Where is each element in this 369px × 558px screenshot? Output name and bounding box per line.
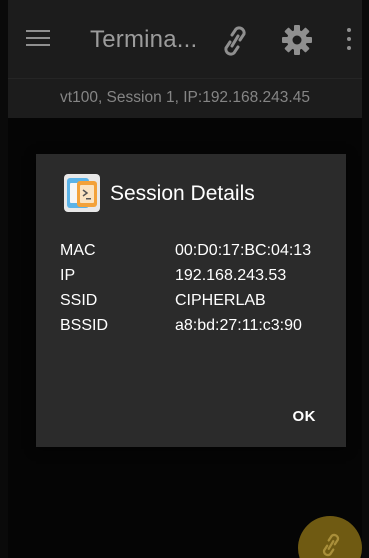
gear-icon[interactable]: [281, 24, 313, 56]
menu-icon[interactable]: [26, 30, 50, 48]
detail-value: 00:D0:17:BC:04:13: [175, 241, 312, 259]
app-title: Termina...: [90, 26, 198, 53]
app-screen: Termina... vt100, Session 1, IP:192.168.…: [8, 0, 362, 558]
dialog-title: Session Details: [110, 182, 255, 205]
link-icon[interactable]: [218, 24, 252, 58]
more-vert-icon[interactable]: [346, 28, 352, 52]
detail-key: MAC: [60, 241, 96, 259]
ok-button[interactable]: OK: [293, 408, 317, 425]
detail-row-bssid: BSSID a8:bd:27:11:c3:90: [60, 313, 340, 338]
detail-key: BSSID: [60, 316, 109, 334]
terminal-app-icon: [64, 174, 100, 212]
detail-row-ssid: SSID CIPHERLAB: [60, 288, 340, 313]
app-bar: Termina...: [8, 0, 362, 78]
detail-value: 192.168.243.53: [175, 266, 287, 284]
detail-key: SSID: [60, 291, 98, 309]
detail-value: a8:bd:27:11:c3:90: [175, 316, 302, 334]
detail-row-ip: IP 192.168.243.53: [60, 263, 340, 288]
detail-key: IP: [60, 266, 76, 284]
detail-row-mac: MAC 00:D0:17:BC:04:13: [60, 238, 340, 263]
detail-value: CIPHERLAB: [175, 291, 266, 309]
session-details-dialog: Session Details MAC 00:D0:17:BC:04:13 IP…: [36, 154, 346, 447]
session-info-bar: vt100, Session 1, IP:192.168.243.45: [8, 78, 362, 118]
details-list: MAC 00:D0:17:BC:04:13 IP 192.168.243.53 …: [60, 238, 340, 338]
link-icon: [322, 533, 340, 557]
